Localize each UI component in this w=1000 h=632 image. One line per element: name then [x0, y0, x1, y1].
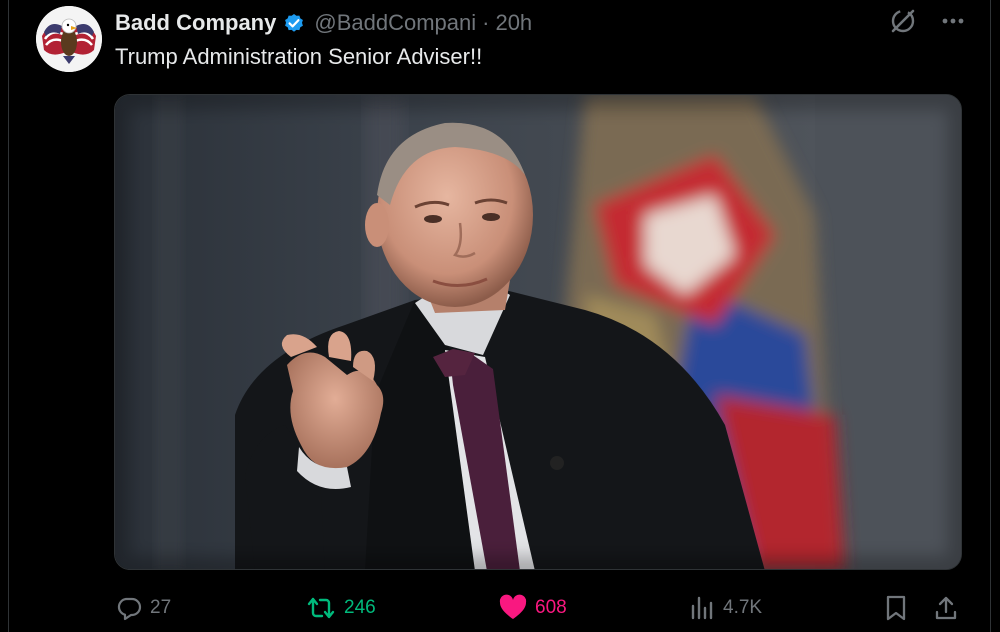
- left-border: [8, 0, 9, 632]
- tweet-action-bar: 27 246 608 4.7K: [0, 590, 1000, 626]
- view-count: 4.7K: [723, 597, 763, 618]
- retweet-button[interactable]: 246: [305, 590, 376, 626]
- handle[interactable]: @BaddCompani: [314, 10, 476, 36]
- views-button[interactable]: 4.7K: [690, 590, 762, 626]
- display-name[interactable]: Badd Company: [115, 10, 276, 36]
- right-border: [990, 0, 991, 632]
- reply-button[interactable]: 27: [115, 590, 171, 626]
- more-icon[interactable]: [940, 8, 966, 34]
- share-icon: [935, 596, 957, 620]
- tweet-top-actions: [888, 6, 966, 36]
- tweet-text: Trump Administration Senior Adviser!!: [115, 44, 483, 69]
- avatar[interactable]: [36, 6, 102, 72]
- photo-of-man-in-suit: [115, 95, 961, 569]
- like-count: 608: [535, 597, 567, 618]
- verified-badge-icon: [282, 11, 306, 35]
- timestamp[interactable]: 20h: [495, 10, 532, 36]
- reply-icon: [117, 597, 142, 621]
- retweet-count: 246: [344, 597, 376, 618]
- tweet-media-image[interactable]: [114, 94, 962, 570]
- retweet-icon: [307, 597, 335, 619]
- heart-icon: [499, 594, 527, 619]
- bookmark-button[interactable]: [884, 590, 908, 626]
- eagle-logo-icon: [36, 6, 102, 72]
- like-button[interactable]: 608: [498, 590, 567, 626]
- reply-count: 27: [150, 597, 172, 618]
- tweet-header: Badd Company @BaddCompani · 20h: [115, 8, 532, 38]
- separator-dot: ·: [482, 10, 490, 35]
- bookmark-icon: [886, 595, 906, 621]
- share-button[interactable]: [933, 590, 959, 626]
- grok-icon[interactable]: [888, 6, 918, 36]
- views-chart-icon: [691, 596, 713, 620]
